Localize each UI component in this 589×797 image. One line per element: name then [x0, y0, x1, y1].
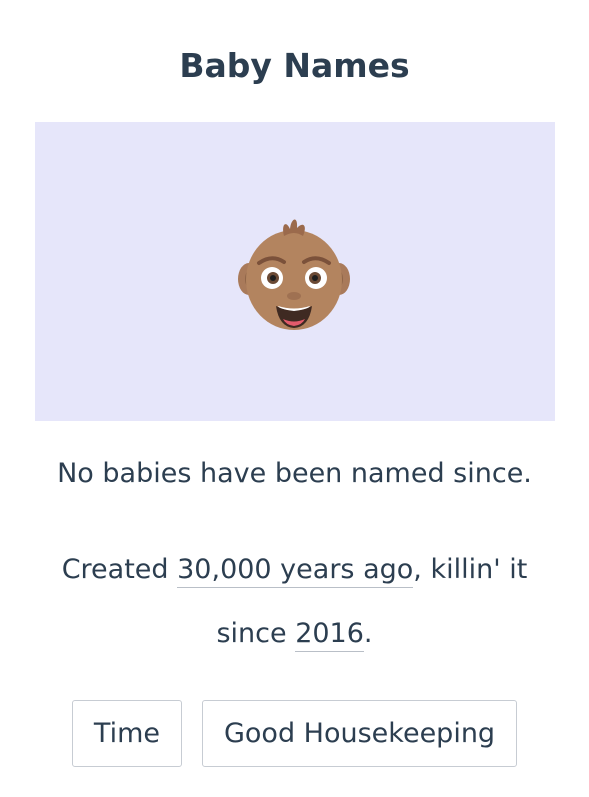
- created-prefix: Created: [61, 554, 178, 585]
- created-text: Created 30,000 years ago, killin' it sin…: [36, 538, 553, 666]
- tag-list: Time Good Housekeeping: [0, 700, 589, 767]
- tag-time-button[interactable]: Time: [71, 700, 182, 767]
- created-date-link[interactable]: 30,000 years ago: [177, 554, 414, 588]
- tag-good-housekeeping-button[interactable]: Good Housekeeping: [201, 700, 518, 767]
- baby-icon: [238, 219, 350, 330]
- page-title: Baby Names: [179, 46, 410, 85]
- summary-text: No babies have been named since.: [57, 458, 532, 489]
- created-suffix: .: [363, 618, 373, 649]
- baby-names-card: Baby Names No babies have been named sin…: [0, 0, 589, 797]
- since-year-link[interactable]: 2016: [295, 618, 364, 652]
